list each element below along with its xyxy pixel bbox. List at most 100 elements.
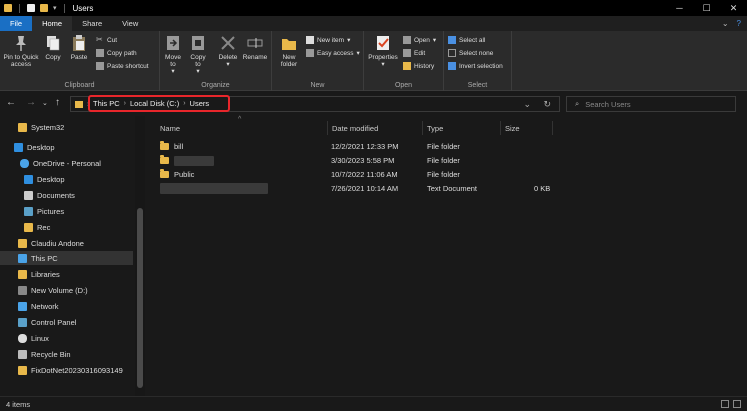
- status-bar: 4 items: [0, 396, 747, 411]
- copy-to-button[interactable]: Copy to ▾: [187, 34, 209, 75]
- nav-item-label: New Volume (D:): [31, 285, 88, 295]
- chevron-right-icon[interactable]: ›: [124, 100, 126, 107]
- tab-view[interactable]: View: [112, 16, 148, 31]
- nav-item-label: Recycle Bin: [31, 349, 71, 359]
- copy-path-button[interactable]: Copy path: [96, 49, 137, 57]
- select-all-label: Select all: [459, 36, 486, 44]
- move-to-button[interactable]: Move to ▾: [162, 34, 184, 75]
- open-group-label: Open: [394, 82, 413, 89]
- nav-item-network[interactable]: Network: [0, 299, 133, 313]
- nav-item-pictures[interactable]: Pictures: [0, 204, 133, 218]
- table-row[interactable]: 3/30/2023 5:58 PM File folder: [156, 154, 576, 167]
- nav-item-onedrive-desktop[interactable]: Desktop: [0, 172, 133, 186]
- paste-button[interactable]: Paste: [67, 34, 91, 61]
- paste-shortcut-icon: [96, 62, 104, 70]
- close-button[interactable]: ✕: [720, 0, 747, 16]
- new-folder-button[interactable]: New folder: [275, 34, 303, 68]
- scissors-icon: ✂: [96, 35, 103, 44]
- select-none-button[interactable]: Select none: [448, 49, 493, 57]
- paste-shortcut-label: Paste shortcut: [107, 62, 149, 70]
- open-button[interactable]: Open ▾: [403, 36, 436, 44]
- breadcrumb-users[interactable]: Users: [190, 99, 210, 108]
- divider: [63, 3, 65, 13]
- tab-share[interactable]: Share: [72, 16, 112, 31]
- nav-item-libraries[interactable]: Libraries: [0, 267, 133, 281]
- rename-button[interactable]: Rename: [242, 34, 268, 61]
- large-icons-view-icon[interactable]: [733, 400, 741, 408]
- cut-button[interactable]: ✂ Cut: [96, 36, 117, 44]
- easy-access-button[interactable]: Easy access ▾: [306, 49, 360, 57]
- help-icon[interactable]: ?: [737, 19, 741, 28]
- pin-icon: [12, 34, 30, 52]
- tab-home[interactable]: Home: [32, 16, 73, 31]
- delete-button[interactable]: Delete ▾: [216, 34, 240, 68]
- nav-item-documents[interactable]: Documents: [0, 188, 133, 202]
- new-group: New folder New item ▾ Easy access ▾ New: [272, 31, 364, 91]
- maximize-button[interactable]: ☐: [693, 0, 720, 16]
- open-label: Open: [414, 36, 430, 44]
- nav-item-control-panel[interactable]: Control Panel: [0, 315, 133, 329]
- date-cell: 12/2/2021 12:33 PM: [331, 142, 399, 151]
- new-item-button[interactable]: New item ▾: [306, 36, 350, 44]
- paste-shortcut-button[interactable]: Paste shortcut: [96, 62, 149, 70]
- properties-button[interactable]: Properties ▾: [366, 34, 400, 68]
- ribbon-controls: ⌄ ?: [722, 16, 741, 31]
- scrollbar-thumb[interactable]: [137, 208, 143, 388]
- properties-icon[interactable]: [27, 4, 35, 12]
- open-group: Properties ▾ Open ▾ Edit History Open: [364, 31, 444, 91]
- new-folder-icon[interactable]: [40, 4, 48, 12]
- nav-item-desktop[interactable]: Desktop: [0, 140, 133, 154]
- nav-item-new-volume[interactable]: New Volume (D:): [0, 283, 133, 297]
- address-row: ← → ⌄ ↑ › ⌄ ↻ This PC › Local Disk (C:) …: [0, 92, 747, 116]
- refresh-icon[interactable]: ↻: [543, 99, 551, 110]
- select-none-icon: [448, 49, 456, 57]
- column-header-name[interactable]: Name: [156, 121, 328, 135]
- nav-item-label: Desktop: [37, 174, 65, 184]
- nav-item-label: Network: [31, 301, 59, 311]
- chevron-down-icon: ▾: [432, 37, 437, 44]
- forward-arrow-icon[interactable]: →: [26, 97, 36, 108]
- up-arrow-icon[interactable]: ↑: [55, 97, 60, 108]
- history-button[interactable]: History: [403, 62, 434, 70]
- select-all-button[interactable]: Select all: [448, 36, 485, 44]
- navigation-scrollbar[interactable]: [135, 116, 145, 396]
- minimize-button[interactable]: ─: [666, 0, 693, 16]
- nav-item-this-pc[interactable]: This PC: [0, 251, 133, 265]
- invert-selection-label: Invert selection: [459, 62, 503, 70]
- redacted-name: [160, 183, 268, 194]
- column-header-date[interactable]: Date modified: [328, 121, 423, 135]
- nav-item-system32[interactable]: System32: [0, 120, 133, 134]
- collapse-ribbon-icon[interactable]: ⌄: [722, 19, 729, 28]
- nav-item-fixdotnet[interactable]: FixDotNet20230316093149: [0, 363, 133, 377]
- table-row[interactable]: Public 10/7/2022 11:06 AM File folder: [156, 168, 576, 181]
- search-input[interactable]: ⌕ Search Users: [566, 96, 736, 112]
- breadcrumb-this-pc[interactable]: This PC: [93, 99, 120, 108]
- chevron-down-icon[interactable]: ▾: [53, 4, 57, 12]
- details-view-icon[interactable]: [721, 400, 729, 408]
- name-cell: bill: [160, 140, 183, 153]
- invert-selection-button[interactable]: Invert selection: [448, 62, 503, 70]
- recent-chevron-icon[interactable]: ⌄: [42, 99, 48, 107]
- nav-item-linux[interactable]: Linux: [0, 331, 133, 345]
- tab-file[interactable]: File: [0, 16, 33, 31]
- history-dropdown-icon[interactable]: ⌄: [523, 99, 531, 110]
- table-row[interactable]: bill 12/2/2021 12:33 PM File folder: [156, 140, 576, 153]
- nav-item-onedrive[interactable]: OneDrive - Personal: [0, 156, 133, 170]
- back-arrow-icon[interactable]: ←: [6, 97, 16, 108]
- pin-quick-access-button[interactable]: Pin to Quick access: [2, 34, 40, 68]
- table-row[interactable]: 7/26/2021 10:14 AM Text Document 0 KB: [156, 182, 576, 195]
- copy-button[interactable]: Copy: [42, 34, 64, 61]
- column-header-size[interactable]: Size: [501, 121, 553, 135]
- chevron-right-icon[interactable]: ›: [183, 100, 185, 107]
- nav-item-label: OneDrive - Personal: [33, 158, 101, 168]
- breadcrumb-local-disk[interactable]: Local Disk (C:): [130, 99, 179, 108]
- nav-item-user-folder[interactable]: Claudiu Andone: [0, 236, 133, 250]
- select-group-label: Select: [467, 82, 488, 89]
- desktop-icon: [24, 174, 33, 184]
- edit-button[interactable]: Edit: [403, 49, 425, 57]
- column-header-type[interactable]: Type: [423, 121, 501, 135]
- nav-item-rec[interactable]: Rec: [0, 220, 133, 234]
- nav-item-recycle-bin[interactable]: Recycle Bin: [0, 347, 133, 361]
- type-cell: Text Document: [427, 184, 478, 193]
- history-icon: [403, 62, 411, 70]
